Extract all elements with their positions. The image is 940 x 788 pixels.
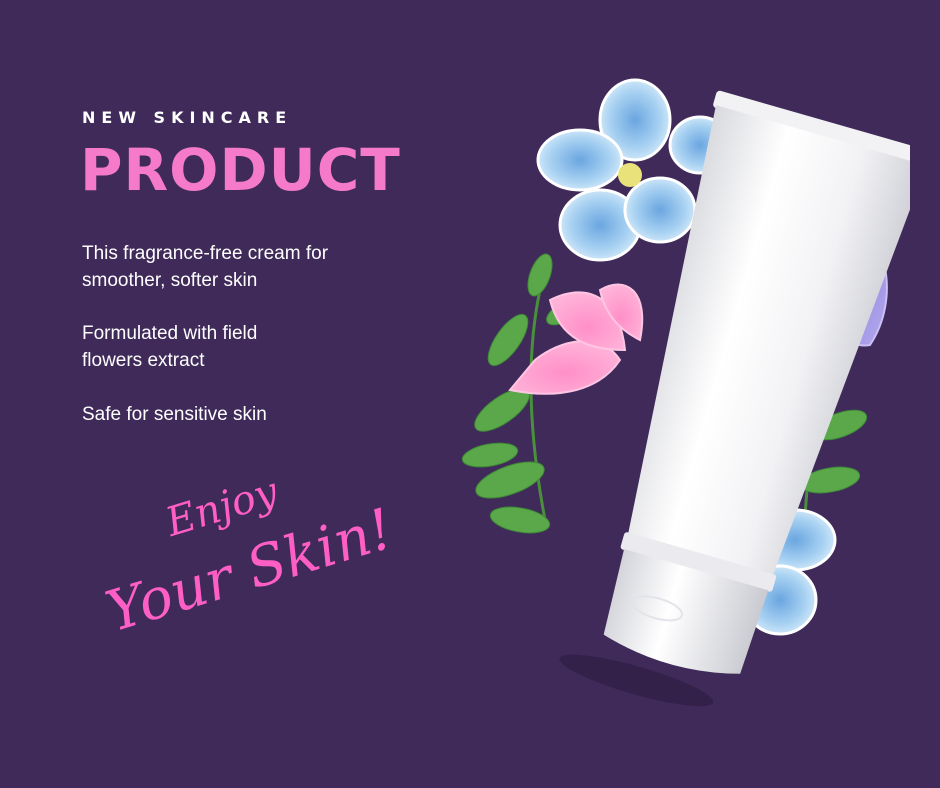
headline-title: PRODUCT xyxy=(80,136,401,204)
pink-flower xyxy=(508,283,644,395)
product-illustration xyxy=(461,78,910,707)
feature-sensitive-skin: Safe for sensitive skin xyxy=(82,404,267,425)
feature-fragrance-free: This fragrance-free cream for smoother, … xyxy=(82,243,329,291)
eyebrow-text: NEW SKINCARE xyxy=(82,108,293,127)
feature-flower-extract: Formulated with field flowers extract xyxy=(82,323,258,371)
poster-canvas: NEW SKINCARE PRODUCT This fragrance-free… xyxy=(0,0,940,788)
